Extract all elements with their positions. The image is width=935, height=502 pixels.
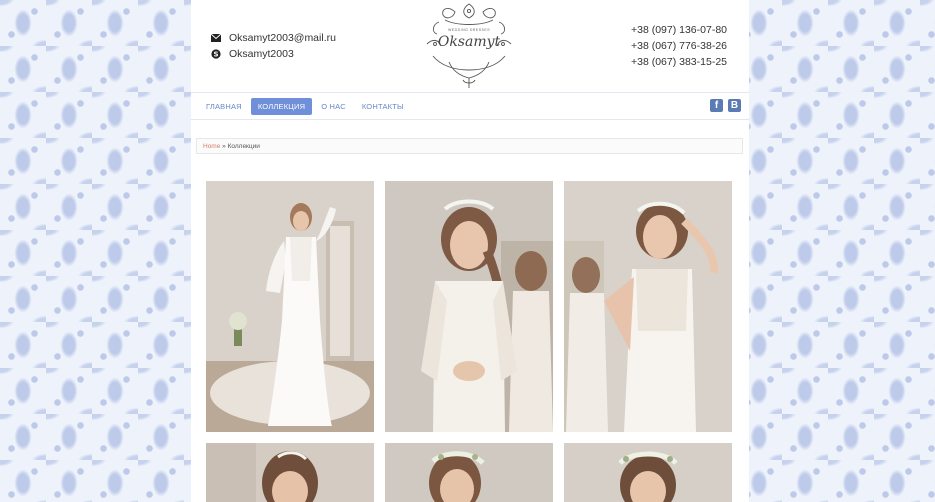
skype-row: S Oksamyt2003 [211,46,336,62]
logo-text: Oksamyt [437,34,501,50]
svg-text:S: S [213,51,218,59]
dress-photo-5[interactable] [385,443,553,502]
dress-photo-2[interactable] [385,181,553,432]
contact-block: Oksamyt2003@mail.ru S Oksamyt2003 [211,30,336,62]
email-link[interactable]: Oksamyt2003@mail.ru [229,32,336,44]
phone-1[interactable]: +38 (097) 136-07-80 [631,22,727,38]
dress-photo-3-image [564,181,732,432]
dress-photo-2-image [385,181,553,432]
page-container: Oksamyt2003@mail.ru S Oksamyt2003 WEDDIN… [191,0,749,502]
logo-subtext: WEDDING DRESSES [447,28,491,32]
nav-item-home[interactable]: ГЛАВНАЯ [199,98,249,115]
breadcrumb-separator: » [222,143,226,150]
dress-photo-5-image [385,443,553,502]
dress-photo-4[interactable] [206,443,374,502]
phone-3[interactable]: +38 (067) 383-15-25 [631,54,727,70]
main-nav: ГЛАВНАЯ КОЛЛЕКЦИЯ О НАС КОНТАКТЫ f B [191,92,749,120]
dress-photo-1[interactable] [206,181,374,432]
social-links: f B [710,99,741,112]
skype-icon: S [211,49,229,59]
dress-photo-1-image [206,181,374,432]
vk-icon[interactable]: B [728,99,741,112]
nav-item-about[interactable]: О НАС [314,98,353,115]
breadcrumb-current: Коллекции [227,143,260,150]
nav-item-contacts[interactable]: КОНТАКТЫ [355,98,411,115]
breadcrumb: Home » Коллекции [196,138,743,154]
site-logo[interactable]: WEDDING DRESSES Oksamyt [419,0,519,90]
breadcrumb-home[interactable]: Home [203,143,220,150]
skype-link[interactable]: Oksamyt2003 [229,48,294,60]
dress-photo-6-image [564,443,732,502]
dress-photo-4-image [206,443,374,502]
phone-list: +38 (097) 136-07-80 +38 (067) 776-38-26 … [631,22,727,70]
phone-2[interactable]: +38 (067) 776-38-26 [631,38,727,54]
envelope-icon [211,34,229,42]
facebook-icon[interactable]: f [710,99,723,112]
dress-photo-3[interactable] [564,181,732,432]
email-row: Oksamyt2003@mail.ru [211,30,336,46]
dress-photo-6[interactable] [564,443,732,502]
nav-item-collection[interactable]: КОЛЛЕКЦИЯ [250,97,313,115]
